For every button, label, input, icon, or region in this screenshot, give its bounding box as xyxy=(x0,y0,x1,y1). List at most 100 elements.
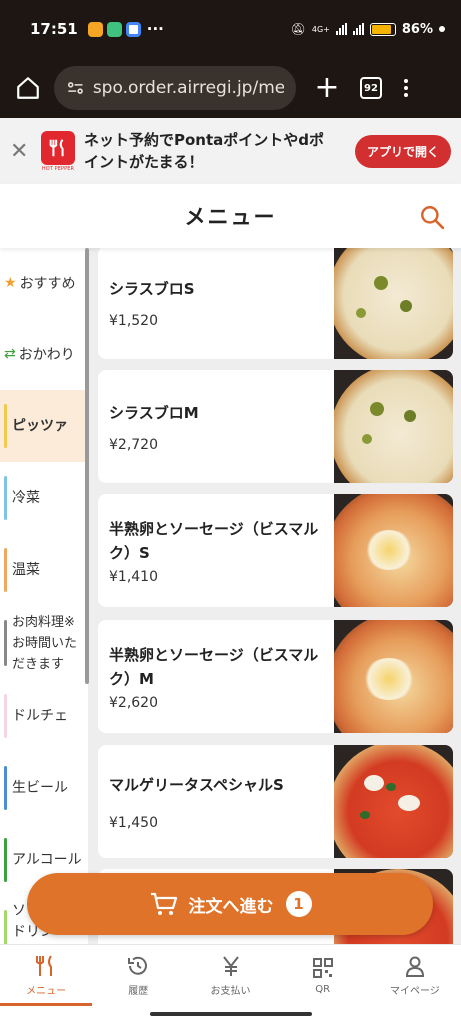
nav-label: お支払い xyxy=(210,986,251,997)
proceed-to-order-button[interactable]: 注文へ進む 1 xyxy=(27,873,433,935)
item-photo xyxy=(334,620,453,733)
tab-switcher-button[interactable]: 92 xyxy=(360,77,382,99)
fork-knife-icon xyxy=(36,955,53,976)
app-notification-icon xyxy=(106,21,122,37)
status-time: 17:51 xyxy=(30,20,78,38)
sidebar-scrollbar[interactable] xyxy=(85,248,89,684)
nav-qr[interactable]: QR xyxy=(277,945,369,1006)
star-icon: ★ xyxy=(4,275,17,291)
category-item-meat[interactable]: お肉料理※お時間いただきます xyxy=(0,606,88,680)
status-bar: 17:51 ··· 🔕︎ 4G+ 86% xyxy=(0,0,461,58)
home-icon xyxy=(17,77,39,99)
menu-item-card[interactable]: マルゲリータスペシャルS ¥1,450 xyxy=(98,745,453,858)
item-price: ¥2,620 xyxy=(109,694,158,711)
page-header: メニュー xyxy=(0,184,461,248)
gesture-handle[interactable] xyxy=(150,1012,312,1016)
hotpepper-logo: HOT PEPPER xyxy=(40,130,76,172)
network-label: 4G+ xyxy=(311,24,330,34)
item-name: シラスブロM xyxy=(109,403,199,422)
close-banner-button[interactable]: ✕ xyxy=(10,139,32,164)
order-count-badge: 1 xyxy=(285,891,312,917)
item-name: マルゲリータスペシャルS xyxy=(109,775,284,794)
nav-label: 履歴 xyxy=(128,986,149,997)
yen-icon xyxy=(222,956,239,976)
cart-icon xyxy=(150,892,177,915)
nav-label: マイページ xyxy=(390,986,440,997)
app-promo-banner: ✕ HOT PEPPER ネット予約でPontaポイントやdポイントがたまる！ … xyxy=(0,118,461,184)
app-notification-icon xyxy=(87,21,103,37)
item-price: ¥1,450 xyxy=(109,814,158,831)
nav-payment[interactable]: お支払い xyxy=(184,945,276,1006)
signal-icon xyxy=(352,23,364,35)
item-photo xyxy=(334,248,453,359)
item-price: ¥1,410 xyxy=(109,568,158,585)
history-icon xyxy=(128,956,148,975)
promo-message: ネット予約でPontaポイントやdポイントがたまる！ xyxy=(84,131,325,171)
category-label: 温菜 xyxy=(12,561,40,578)
battery-fill xyxy=(371,24,391,34)
category-label: おすすめ xyxy=(19,276,76,292)
category-label: ドルチェ xyxy=(12,707,68,724)
address-bar[interactable]: spo.order.airregi.jp/men xyxy=(54,66,296,110)
category-label: 冷菜 xyxy=(12,489,40,506)
nav-menu[interactable]: メニュー xyxy=(0,945,93,1006)
item-price: ¥1,520 xyxy=(109,312,158,329)
browser-menu-button[interactable] xyxy=(404,79,408,97)
nav-history[interactable]: 履歴 xyxy=(92,945,184,1006)
item-name: シラスブロS xyxy=(109,279,195,298)
person-icon xyxy=(405,956,424,977)
item-price: ¥2,720 xyxy=(109,436,158,453)
item-photo xyxy=(334,494,453,607)
category-label: お肉料理※お時間いただきます xyxy=(12,614,78,672)
nav-my-page[interactable]: マイページ xyxy=(369,945,461,1006)
nav-label: メニュー xyxy=(26,986,67,997)
menu-item-list: シラスブロS ¥1,520 シラスブロM ¥2,720 半熟卵とソーセージ（ビス… xyxy=(88,248,461,944)
category-item-osusume[interactable]: ★ おすすめ xyxy=(0,248,88,318)
site-settings-icon xyxy=(67,82,83,94)
search-icon[interactable] xyxy=(419,204,445,230)
item-photo xyxy=(334,370,453,483)
category-item-draft-beer[interactable]: 生ビール xyxy=(0,752,88,824)
qr-code-icon xyxy=(312,958,333,978)
battery-percent: 86% xyxy=(401,21,433,37)
url-text: spo.order.airregi.jp/men xyxy=(92,78,284,98)
menu-item-card[interactable]: 半熟卵とソーセージ（ビスマルク）M ¥2,620 xyxy=(98,620,453,733)
category-item-okawari[interactable]: ⇄ おかわり xyxy=(0,318,88,390)
page-title: メニュー xyxy=(184,205,277,229)
category-item-warm-dishes[interactable]: 温菜 xyxy=(0,534,88,606)
category-color-bar xyxy=(4,766,7,810)
browser-toolbar: spo.order.airregi.jp/men + 92 xyxy=(0,58,461,118)
category-color-bar xyxy=(4,476,7,520)
order-button-label: 注文へ進む xyxy=(188,896,274,917)
status-indicators: 🔕︎ 4G+ 86% xyxy=(291,22,445,37)
category-label: ピッツァ xyxy=(12,417,68,434)
menu-item-card[interactable]: 半熟卵とソーセージ（ビスマルク）S ¥1,410 xyxy=(98,494,453,607)
category-sidebar: ★ おすすめ ⇄ おかわり ピッツァ 冷菜 温菜 お肉料理※お時間いただきます … xyxy=(0,248,88,944)
home-button[interactable] xyxy=(12,72,44,104)
category-color-bar xyxy=(4,694,7,738)
category-label: おかわり xyxy=(18,347,75,363)
category-color-bar xyxy=(4,404,7,448)
signal-icon xyxy=(335,23,347,35)
category-color-bar xyxy=(4,838,7,882)
status-dot-icon xyxy=(439,26,445,32)
category-item-pizza[interactable]: ピッツァ xyxy=(0,390,88,462)
menu-item-card[interactable]: シラスブロS ¥1,520 xyxy=(98,248,453,359)
google-icon xyxy=(125,21,141,37)
new-tab-button[interactable]: + xyxy=(312,73,342,103)
category-color-bar xyxy=(4,548,7,592)
category-label: 生ビール xyxy=(12,779,68,796)
menu-item-card[interactable]: シラスブロM ¥2,720 xyxy=(98,370,453,483)
open-in-app-button[interactable]: アプリで開く xyxy=(354,134,451,168)
category-item-dolce[interactable]: ドルチェ xyxy=(0,680,88,752)
category-color-bar xyxy=(4,620,7,666)
bottom-navigation: メニュー 履歴 お支払い QR マイページ xyxy=(0,944,461,1006)
nav-label: QR xyxy=(315,984,331,995)
more-notifications-icon: ··· xyxy=(146,20,164,38)
item-name: 半熟卵とソーセージ（ビスマルク）S xyxy=(109,519,319,562)
battery-icon xyxy=(369,22,396,36)
category-item-cold-dishes[interactable]: 冷菜 xyxy=(0,462,88,534)
hotpepper-brand-text: HOT PEPPER xyxy=(41,165,75,172)
notification-icons xyxy=(87,21,141,37)
mute-icon: 🔕︎ xyxy=(290,22,306,36)
